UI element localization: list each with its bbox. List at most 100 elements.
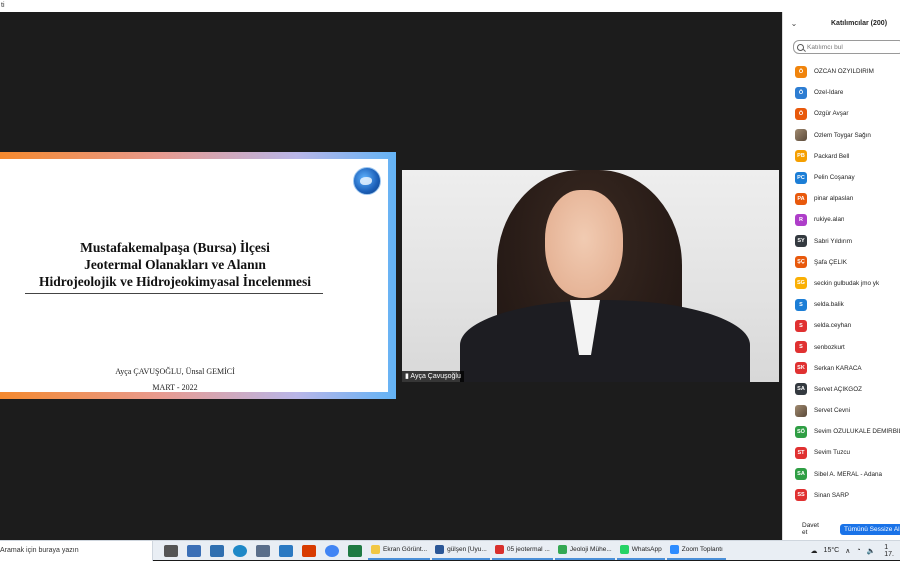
taskbar-app-button[interactable]: Zoom Toplantı — [666, 542, 726, 560]
participant-name: Sibel A. MERAL - Adana — [814, 470, 883, 478]
taskbar-app-button[interactable]: Jeoloji Mühe... — [554, 542, 615, 560]
excel-icon[interactable] — [347, 544, 362, 557]
participant-name: Servet Cevni — [814, 407, 851, 415]
participant-name: Özel-İdare — [814, 89, 844, 97]
app-label: gülşen [Uyu... — [447, 546, 487, 553]
app-label: Ekran Görünt... — [383, 546, 428, 553]
slide-date: MART - 2022 — [152, 383, 198, 392]
slide-divider — [25, 293, 323, 294]
participant-row[interactable]: SG seckin gulbudak jmo yk — [783, 273, 900, 294]
participant-row[interactable]: SS Sinan SARP — [783, 485, 900, 506]
weather-icon: ☁ — [810, 547, 818, 555]
volume-icon[interactable]: 🔈 — [867, 547, 876, 555]
participant-name: Özgür Avşar — [814, 110, 849, 118]
mail-icon[interactable] — [278, 544, 293, 557]
participant-row[interactable]: Sselda.ceyhan — [783, 315, 900, 336]
photos-icon[interactable] — [186, 544, 201, 557]
participant-avatar: SA — [795, 468, 807, 481]
people-icon[interactable] — [209, 544, 224, 557]
participant-row[interactable]: SY Sabri Yıldırım — [783, 231, 900, 252]
participant-name: seckin gulbudak jmo yk — [814, 279, 880, 287]
clock[interactable]: 1 17. — [881, 544, 897, 558]
participant-name: selda.balik — [814, 301, 844, 309]
video-name-label: Ayça Çavuşoğlu — [410, 373, 461, 380]
participant-name: pinar alpaslan — [814, 195, 854, 203]
participant-name: rukiye.alan — [814, 216, 845, 224]
edge-icon[interactable] — [232, 544, 247, 557]
invite-button[interactable]: Davet et — [797, 520, 824, 538]
video-person-body — [460, 300, 750, 382]
participant-name: selda.ceyhan — [814, 322, 852, 330]
participant-row[interactable]: Ö Özel-İdare — [783, 82, 900, 103]
participant-row[interactable]: Sselda.balik — [783, 294, 900, 315]
participant-avatar: SK — [795, 362, 807, 375]
participant-name: Sinan SARP — [814, 491, 850, 499]
participant-row[interactable]: Servet Cevni — [783, 400, 900, 421]
participant-avatar: Ö — [795, 107, 807, 120]
temperature: 15°C — [823, 547, 840, 554]
participant-avatar: ST — [795, 446, 807, 459]
camera-icon[interactable] — [255, 544, 270, 557]
app-icon — [669, 545, 679, 554]
collapse-chevron-icon[interactable]: ⌄ — [783, 19, 805, 28]
participant-row[interactable]: Özlem Toygar Sağın — [783, 125, 900, 146]
participant-row[interactable]: Ö ÖZCAN ÖZYILDIRIM — [783, 61, 900, 82]
taskbar-app-button[interactable]: 05 jeotermal ... — [491, 542, 553, 560]
participant-avatar: S — [795, 341, 807, 354]
participant-avatar: S — [795, 298, 807, 311]
participant-avatar: PB — [795, 150, 807, 163]
app-label: 05 jeotermal ... — [506, 546, 550, 553]
participant-row[interactable]: SK Serkan KARACA — [783, 358, 900, 379]
taskbar-search-box[interactable]: Aramak için buraya yazın — [0, 540, 153, 561]
taskbar-app-button[interactable]: Ekran Görünt... — [368, 542, 431, 560]
participant-row[interactable]: SÖ Sevim ÖZULUKALE DEMİRBİL — [783, 421, 900, 442]
slide-authors: Ayça ÇAVUŞOĞLU, Ünsal GEMİCİ — [115, 367, 235, 376]
app-icon — [619, 545, 629, 554]
participant-row[interactable]: PC Pelin Coşanay — [783, 167, 900, 188]
tray-chevron-icon[interactable]: ∧ — [845, 547, 850, 555]
participant-name: Şafa ÇELİK — [814, 258, 847, 266]
participant-avatar: PA — [795, 192, 807, 205]
network-icon[interactable]: ◔ — [856, 547, 860, 554]
participant-list: Ö ÖZCAN ÖZYILDIRIM Ö Özel-İdare Ö Özgür Avşar… — [783, 61, 900, 506]
participant-avatar: SY — [795, 235, 807, 248]
taskbar-app-button[interactable]: WhatsApp — [616, 542, 665, 560]
participant-row[interactable]: Ö Özgür Avşar — [783, 103, 900, 124]
participant-row[interactable]: SA Sibel A. MERAL - Adana — [783, 464, 900, 485]
participant-name: senbozkurt — [814, 343, 845, 351]
participant-avatar: SÖ — [795, 425, 807, 438]
participant-avatar: S — [795, 319, 807, 332]
participant-search-input[interactable] — [807, 43, 897, 51]
chrome-icon[interactable] — [324, 544, 339, 557]
participant-name: Özlem Toygar Sağın — [814, 131, 871, 139]
participant-avatar — [795, 404, 807, 417]
participant-search[interactable] — [793, 40, 900, 54]
slide-title-line: Jeotermal Olanakları ve Alanın — [84, 257, 266, 272]
participant-name: Sabri Yıldırım — [814, 237, 853, 245]
task-view-icon[interactable] — [163, 544, 178, 557]
participants-footer: Davet et Tümünü Sessize Al — [783, 518, 900, 540]
app-label: WhatsApp — [631, 546, 662, 553]
participant-row[interactable]: PB Packard Bell — [783, 146, 900, 167]
speaker-video[interactable] — [402, 170, 779, 382]
participants-header: ⌄ Katılımcılar (200) — [783, 12, 900, 34]
participant-name: Pelin Coşanay — [814, 174, 855, 182]
participant-row[interactable]: PA pinar alpaslan — [783, 188, 900, 209]
participant-row[interactable]: Rrukiye.alan — [783, 209, 900, 230]
mute-all-button[interactable]: Tümünü Sessize Al — [839, 523, 900, 535]
participant-row[interactable]: ŞÇ Şafa ÇELİK — [783, 252, 900, 273]
taskbar-app-button[interactable]: gülşen [Uyu... — [432, 542, 490, 560]
app-icon — [371, 545, 380, 554]
taskbar-open-apps: Ekran Görünt... gülşen [Uyu... 05 jeoterma… — [366, 542, 726, 560]
participant-row[interactable]: Ssenbozkurt — [783, 336, 900, 357]
participant-row[interactable]: SA Servet AÇIKGÖZ — [783, 379, 900, 400]
participant-name: Sevim ÖZULUKALE DEMİRBİL — [814, 428, 900, 436]
participant-name: Packard Bell — [814, 152, 850, 160]
shared-screen[interactable]: Mustafakemalpaşa (Bursa) İlçesi Jeoterma… — [0, 152, 396, 399]
presentation-slide: Mustafakemalpaşa (Bursa) İlçesi Jeoterma… — [0, 159, 388, 392]
participants-title: Katılımcılar (200) — [831, 19, 888, 27]
participant-avatar: PC — [795, 171, 807, 184]
system-tray: ☁ 15°C ∧ ◔ 🔈 1 17. — [808, 544, 900, 558]
office-icon[interactable] — [301, 544, 316, 557]
participant-row[interactable]: ST Sevim Tuzcu — [783, 442, 900, 463]
